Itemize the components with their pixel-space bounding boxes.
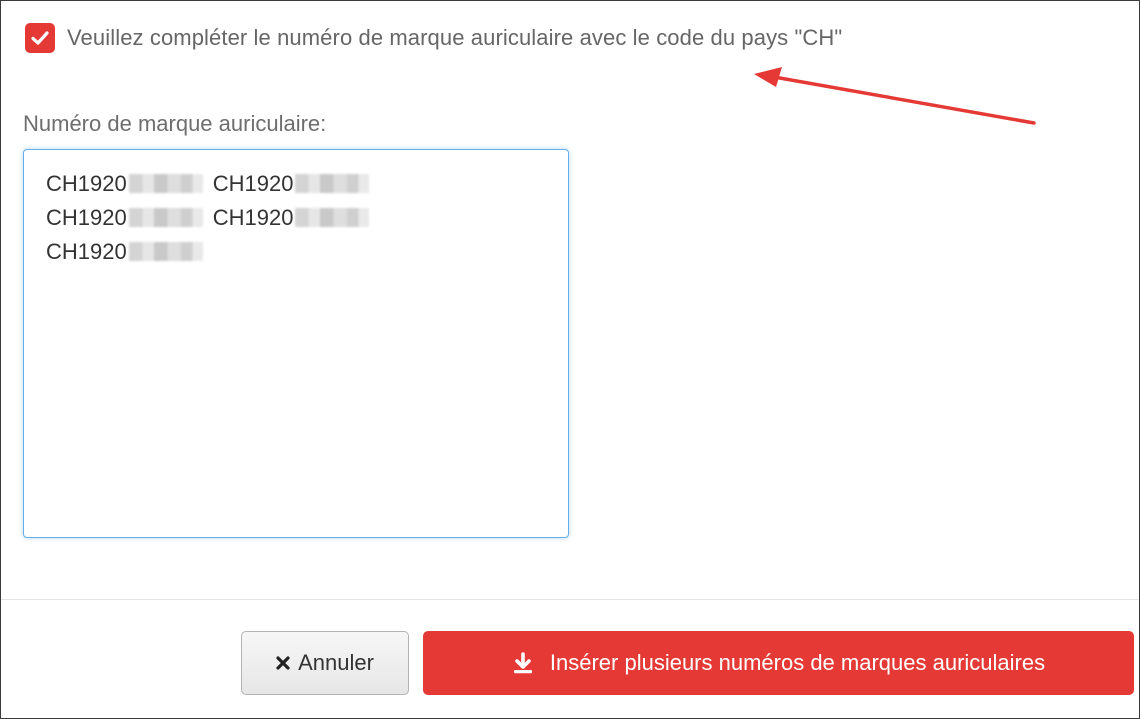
dialog: Veuillez compléter le numéro de marque a…	[0, 0, 1140, 719]
footer-divider	[1, 599, 1139, 600]
annotation-arrow	[754, 67, 1036, 125]
times-icon	[276, 656, 290, 670]
country-code-checkbox-label[interactable]: Veuillez compléter le numéro de marque a…	[67, 25, 842, 51]
ear-tag-line: CH1920 CH1920	[46, 168, 546, 199]
ear-tag: CH1920	[46, 236, 203, 267]
ear-tag: CH1920	[213, 202, 370, 233]
redacted-digits	[295, 174, 370, 193]
ear-tag-line: CH1920	[46, 236, 546, 267]
redacted-digits	[295, 208, 370, 227]
ear-tag: CH1920	[213, 168, 370, 199]
ear-tag-textarea[interactable]: CH1920 CH1920 CH1920 CH1920 CH1920	[23, 149, 569, 538]
redacted-digits	[128, 208, 203, 227]
cancel-button[interactable]: Annuler	[241, 631, 409, 695]
download-icon	[513, 652, 532, 674]
redacted-digits	[128, 174, 203, 193]
insert-multiple-button[interactable]: Insérer plusieurs numéros de marques aur…	[423, 631, 1134, 695]
ear-tag: CH1920	[46, 202, 203, 233]
redacted-digits	[128, 242, 203, 261]
ear-tag-line: CH1920 CH1920	[46, 202, 546, 233]
ear-tag-field-label: Numéro de marque auriculaire:	[23, 111, 327, 136]
insert-multiple-button-label: Insérer plusieurs numéros de marques aur…	[549, 650, 1046, 675]
ear-tag: CH1920	[46, 168, 203, 199]
checkmark-icon	[31, 31, 49, 45]
country-code-option: Veuillez compléter le numéro de marque a…	[25, 23, 842, 53]
country-code-checkbox[interactable]	[25, 23, 55, 53]
cancel-button-label: Annuler	[298, 650, 374, 675]
